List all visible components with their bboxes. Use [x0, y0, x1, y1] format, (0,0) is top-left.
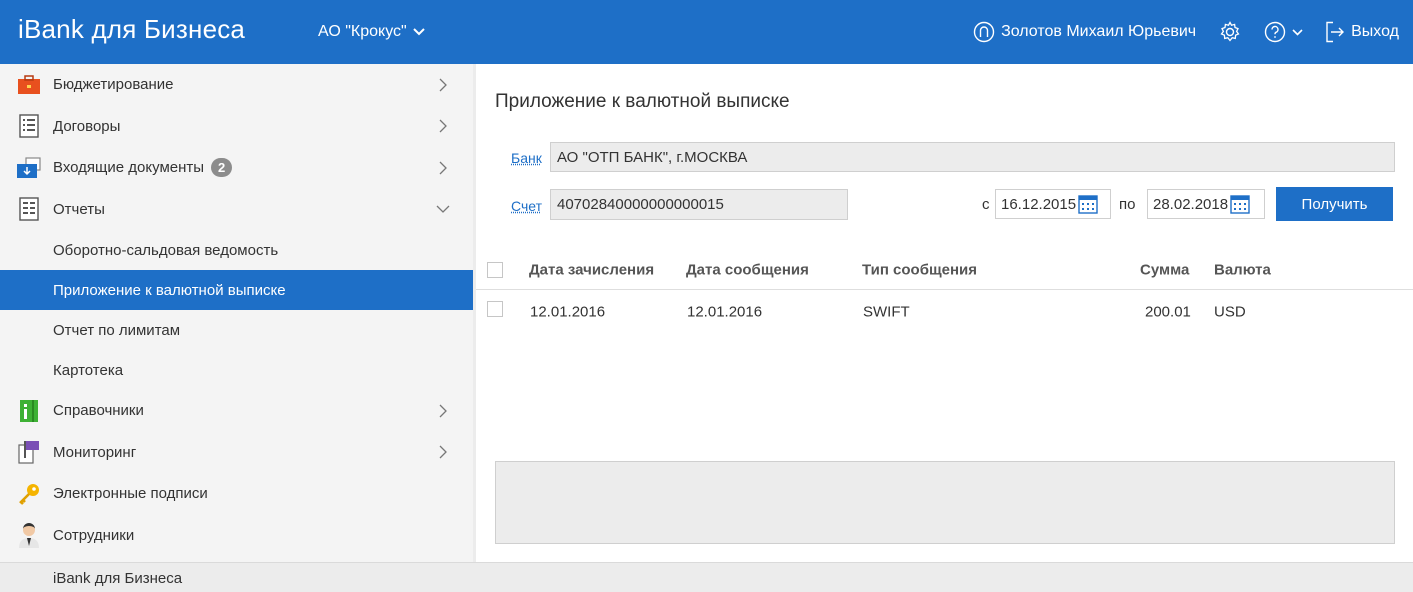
table-cell-amount: 200.01 [1145, 303, 1191, 321]
calendar-icon[interactable] [1078, 194, 1098, 214]
user-icon [973, 21, 995, 43]
gear-icon [1220, 21, 1240, 42]
sidebar-item-label: Бюджетирование [53, 76, 174, 94]
footer-brand: iBank для Бизнеса [53, 570, 183, 587]
sidebar-item-label: Справочники [53, 402, 144, 420]
contracts-icon [16, 113, 42, 139]
account-field[interactable]: 40702840000000000015 [550, 189, 848, 220]
sidebar-item-monitoring[interactable]: Мониторинг [0, 432, 473, 474]
sidebar-item-contracts[interactable]: Договоры [0, 106, 473, 148]
budget-briefcase-icon [16, 72, 42, 98]
table-header: Дата зачисления Дата сообщения Тип сообщ… [476, 250, 1413, 290]
page-title: Приложение к валютной выписке [495, 91, 790, 112]
sidebar-item-label: Мониторинг [53, 443, 137, 461]
logout-button[interactable]: Выход [1325, 21, 1399, 43]
directories-icon [16, 398, 42, 424]
column-header[interactable]: Валюта [1214, 261, 1271, 278]
help-icon [1264, 21, 1286, 43]
column-header[interactable]: Сумма [1140, 261, 1189, 278]
chevron-right-icon [439, 161, 447, 175]
column-header[interactable]: Тип сообщения [862, 261, 977, 278]
footer: iBank для Бизнеса [0, 562, 1413, 592]
chevron-right-icon [439, 445, 447, 459]
bank-label-link[interactable]: Банк [511, 150, 542, 166]
sidebar-subitem-turnover-balance[interactable]: Оборотно-сальдовая ведомость [0, 230, 473, 270]
date-from-value: 16.12.2015 [1001, 195, 1077, 213]
brand-logo[interactable]: iBank для Бизнеса [18, 14, 245, 45]
sidebar-item-label: Сотрудники [53, 526, 135, 544]
date-from-field[interactable]: 16.12.2015 [995, 189, 1111, 219]
sidebar-item-incoming-documents[interactable]: Входящие документы 2 [0, 147, 473, 189]
table-cell-currency: USD [1214, 303, 1246, 321]
employee-icon [16, 522, 42, 549]
sidebar-item-directories[interactable]: Справочники [0, 390, 473, 432]
logout-icon [1326, 21, 1345, 43]
sidebar-item-electronic-signatures[interactable]: Электронные подписи [0, 473, 473, 515]
sidebar-item-label: Отчеты [53, 200, 105, 218]
reports-icon [16, 196, 42, 222]
account-label-link[interactable]: Счет [511, 198, 542, 214]
sidebar-item-employees[interactable]: Сотрудники [0, 515, 473, 557]
date-to-label: по [1119, 196, 1136, 213]
chevron-right-icon [439, 78, 447, 92]
monitoring-flag-icon [16, 439, 42, 465]
date-from-label: с [982, 196, 990, 213]
sidebar-subitem-limits-report[interactable]: Отчет по лимитам [0, 310, 473, 350]
organization-selector[interactable]: АО "Крокус" [318, 23, 425, 41]
top-bar: iBank для Бизнеса АО "Крокус" Золотов Ми… [0, 0, 1413, 64]
get-report-button[interactable]: Получить [1276, 187, 1393, 221]
sidebar-item-budgeting[interactable]: Бюджетирование [0, 64, 473, 106]
bank-field[interactable]: АО "ОТП БАНК", г.МОСКВА [550, 142, 1395, 172]
table-cell-message-date: 12.01.2016 [687, 303, 763, 321]
chevron-down-icon [436, 205, 450, 214]
key-icon [16, 481, 42, 507]
date-to-value: 28.02.2018 [1153, 195, 1229, 213]
sidebar-item-label: Входящие документы [53, 159, 205, 177]
help-menu[interactable] [1264, 21, 1303, 43]
chevron-down-icon [1292, 28, 1303, 36]
unread-count-badge: 2 [211, 158, 233, 178]
chevron-right-icon [439, 119, 447, 133]
chevron-right-icon [439, 404, 447, 418]
main-content: Приложение к валютной выписке Банк АО "О… [476, 64, 1413, 562]
sidebar-item-reports[interactable]: Отчеты [0, 189, 473, 231]
logout-label: Выход [1351, 23, 1399, 40]
settings-button[interactable] [1218, 20, 1242, 44]
user-name: Золотов Михаил Юрьевич [1001, 23, 1197, 40]
sidebar-subitem-card-file[interactable]: Картотека [0, 350, 473, 390]
chevron-down-icon [412, 28, 425, 36]
incoming-documents-icon [16, 155, 42, 181]
table-cell-credit-date: 12.01.2016 [530, 303, 606, 321]
user-profile[interactable]: Золотов Михаил Юрьевич [973, 21, 1196, 43]
column-header[interactable]: Дата сообщения [686, 261, 809, 278]
table-cell-message-type: SWIFT [863, 303, 910, 321]
calendar-icon[interactable] [1230, 194, 1250, 214]
details-panel [495, 461, 1395, 544]
sidebar-item-label: Договоры [53, 117, 121, 135]
row-checkbox[interactable] [487, 300, 503, 317]
date-to-field[interactable]: 28.02.2018 [1147, 189, 1265, 219]
select-all-checkbox[interactable] [487, 261, 503, 278]
sidebar-subitem-currency-statement-appendix[interactable]: Приложение к валютной выписке [0, 270, 473, 310]
sidebar-item-label: Электронные подписи [53, 485, 208, 503]
organization-name: АО "Крокус" [318, 23, 407, 40]
sidebar: Бюджетирование Договоры Входящие докумен… [0, 64, 473, 562]
column-header[interactable]: Дата зачисления [529, 261, 654, 278]
table-row[interactable]: 12.01.2016 12.01.2016 SWIFT 200.01 USD [476, 292, 1413, 332]
